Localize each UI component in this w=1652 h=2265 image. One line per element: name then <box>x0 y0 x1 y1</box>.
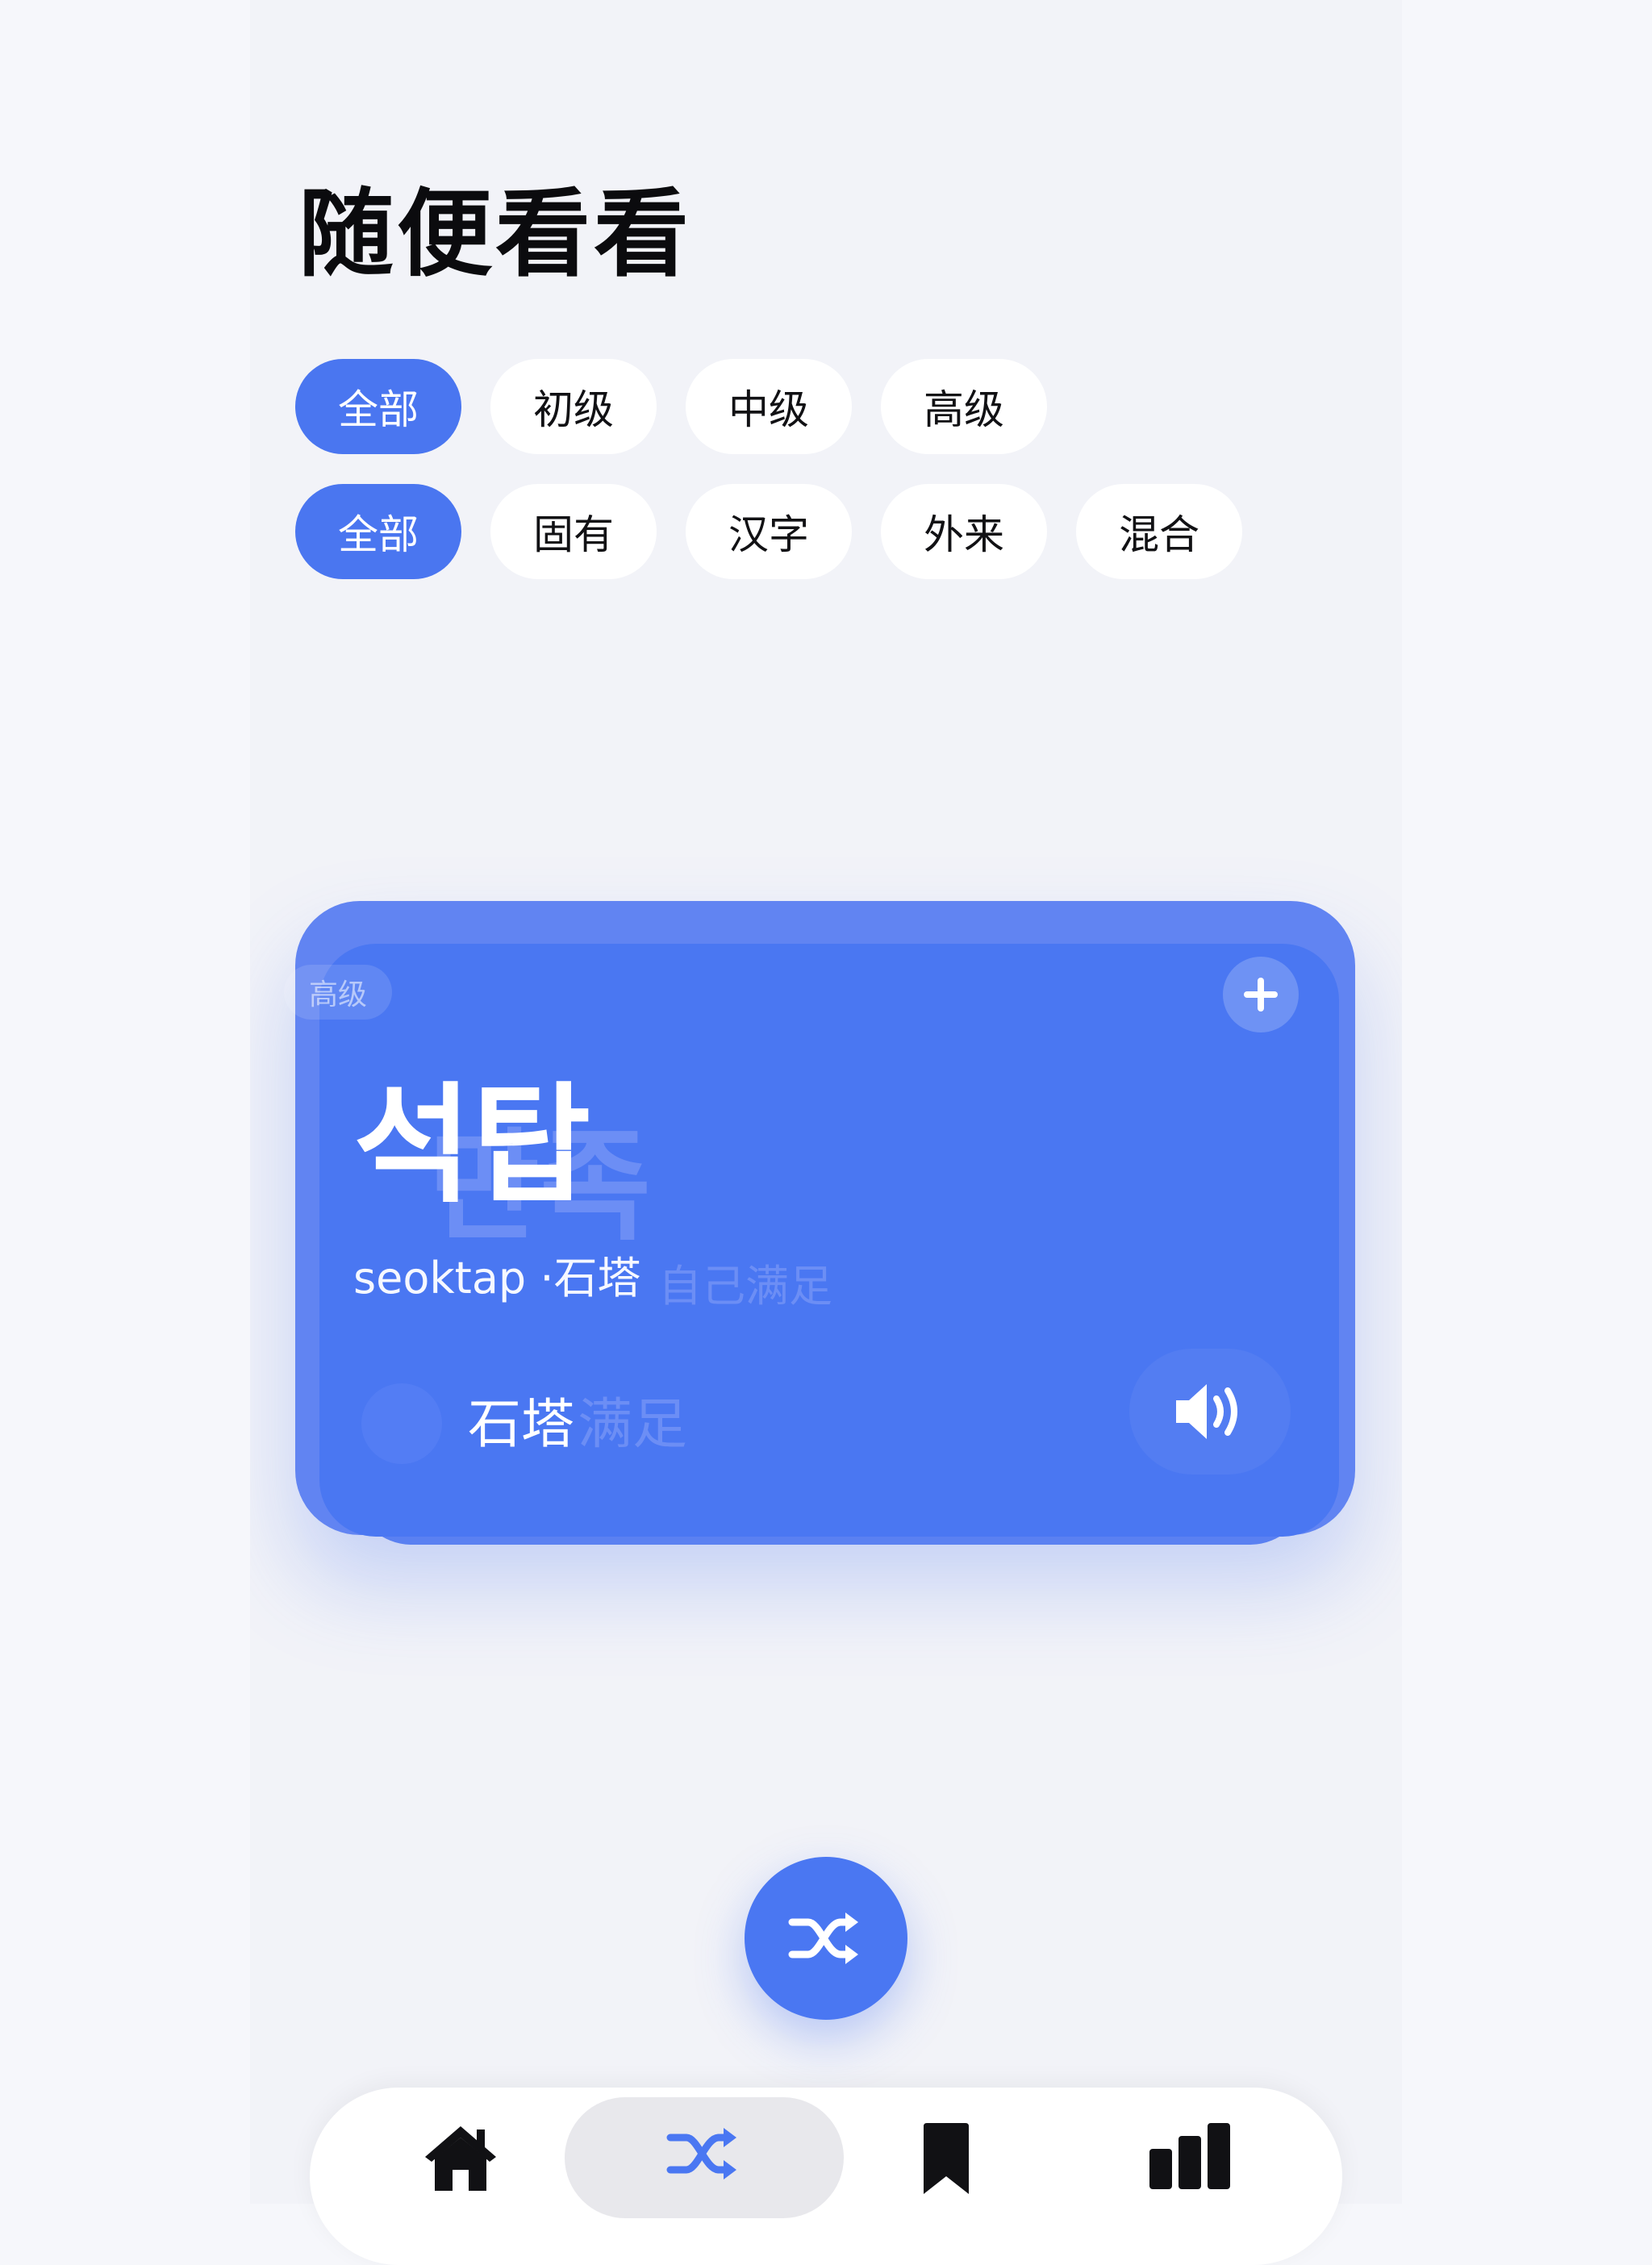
card-romanization: seoktap <box>353 1253 527 1304</box>
card-word: 석탑 <box>353 1070 591 1220</box>
background-card-subtitle: 自己满足 <box>658 1261 832 1312</box>
speaker-icon <box>1176 1384 1237 1439</box>
filter-chip-level-advanced[interactable]: 高级 <box>881 359 1047 454</box>
card-separator: · <box>540 1253 554 1304</box>
shuffle-button[interactable] <box>745 1857 907 2020</box>
filter-chip-origin-native[interactable]: 固有 <box>490 484 657 579</box>
card-romanization-line: seoktap ·石塔 <box>353 1242 641 1306</box>
chart-bar-icon <box>1149 2123 1230 2189</box>
level-filter-row: 全部 初级 中级 高级 <box>295 359 1047 454</box>
filter-chip-level-intermediate[interactable]: 中级 <box>686 359 852 454</box>
pronounce-button[interactable] <box>1129 1349 1291 1475</box>
filter-chip-level-all[interactable]: 全部 <box>295 359 461 454</box>
background-card-meaning: 满足 <box>578 1393 688 1457</box>
add-word-button[interactable] <box>1223 957 1299 1032</box>
tab-random[interactable] <box>565 2097 844 2218</box>
shuffle-icon <box>666 2128 736 2179</box>
level-badge: 高级 <box>284 965 392 1020</box>
filter-chip-origin-sino[interactable]: 汉字 <box>686 484 852 579</box>
tab-saved[interactable] <box>807 2097 1086 2218</box>
shuffle-icon <box>788 1913 858 1964</box>
filter-chip-origin-mixed[interactable]: 混合 <box>1076 484 1242 579</box>
tab-home[interactable] <box>321 2097 600 2218</box>
origin-filter-row: 全部 固有 汉字 外来 混合 <box>295 484 1242 579</box>
filter-chip-origin-all[interactable]: 全部 <box>295 484 461 579</box>
filter-chip-origin-loanword[interactable]: 外来 <box>881 484 1047 579</box>
home-icon <box>425 2126 496 2191</box>
card-meaning: 石塔 <box>468 1393 574 1455</box>
bookmark-icon <box>924 2123 969 2194</box>
tab-stats[interactable] <box>1050 2097 1329 2218</box>
page-title: 随便看看 <box>298 178 693 290</box>
background-card-dot <box>361 1383 442 1464</box>
filter-chip-level-beginner[interactable]: 初级 <box>490 359 657 454</box>
card-hanja: 石塔 <box>553 1253 641 1304</box>
plus-icon <box>1244 978 1278 1012</box>
